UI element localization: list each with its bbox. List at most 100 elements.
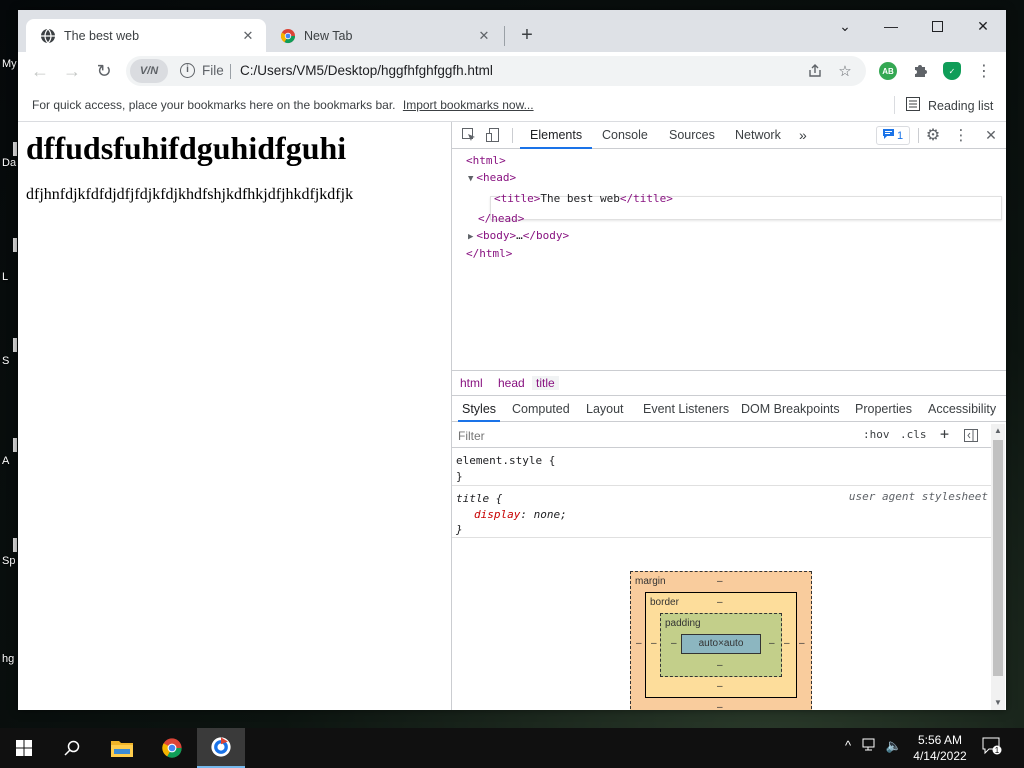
info-icon[interactable]: i [180, 63, 195, 78]
desktop-icon[interactable] [13, 142, 17, 156]
puzzle-icon[interactable] [911, 62, 929, 80]
element-style-selector: element.style { [456, 454, 556, 467]
taskbar: ^ 🔈 5:56 AM 4/14/2022 1 [0, 728, 1024, 768]
hov-toggle[interactable]: :hov [863, 428, 890, 441]
scroll-down-icon[interactable]: ▼ [993, 698, 1003, 708]
devtools-tabbar: Elements Console Sources Network » 1 ⚙ ⋮… [452, 122, 1006, 149]
devtools-panel: Elements Console Sources Network » 1 ⚙ ⋮… [451, 122, 1006, 710]
collapse-triangle-icon[interactable]: ▶ [468, 232, 473, 242]
padding-bottom-value: – [717, 660, 723, 671]
share-icon[interactable] [806, 62, 824, 80]
settings-gear-icon[interactable]: ⚙ [924, 126, 942, 144]
new-tab-button[interactable]: + [514, 23, 540, 49]
dom-body-ellipsis: … [516, 229, 523, 242]
tab-event-listeners[interactable]: Event Listeners [639, 396, 733, 422]
search-icon[interactable] [48, 728, 96, 768]
action-center-icon[interactable]: 1 [982, 737, 1002, 758]
system-clock[interactable]: 5:56 AM 4/14/2022 [908, 732, 972, 764]
import-bookmarks-link[interactable]: Import bookmarks now... [403, 98, 534, 112]
tab-console[interactable]: Console [592, 122, 658, 149]
dom-node-html[interactable]: <html> [466, 154, 506, 167]
dom-head-close[interactable]: </head> [478, 212, 524, 225]
browser-taskbar-icon-active[interactable] [197, 728, 245, 768]
url-text[interactable]: C:/Users/VM5/Desktop/hggfhfghfggfh.html [240, 63, 493, 78]
tab-new-tab[interactable]: New Tab ✕ [266, 19, 502, 52]
toggle-sidebar-icon[interactable] [964, 429, 978, 445]
tab-accessibility[interactable]: Accessibility [924, 396, 1000, 422]
tab-the-best-web[interactable]: The best web ✕ [26, 19, 266, 52]
maximize-button[interactable] [914, 10, 960, 42]
devtools-menu-icon[interactable]: ⋮ [952, 126, 970, 144]
device-toolbar-icon[interactable] [484, 126, 502, 144]
desktop-icon[interactable] [13, 538, 17, 552]
vpn-button[interactable]: V/N [130, 59, 168, 83]
more-tabs-button[interactable]: » [789, 122, 817, 149]
tab-close-icon[interactable]: ✕ [240, 28, 256, 44]
element-style-rule[interactable]: element.style { } [452, 448, 992, 486]
tab-properties[interactable]: Properties [851, 396, 916, 422]
breadcrumb-title[interactable]: title [532, 376, 559, 390]
adblock-extension-icon[interactable]: AB [879, 62, 897, 80]
padding-left-value: – [671, 638, 677, 649]
element-style-close: } [456, 470, 463, 483]
dom-node-head[interactable]: ▼ <head> [468, 171, 516, 184]
forward-button[interactable]: → [58, 57, 86, 85]
breadcrumb-head[interactable]: head [494, 376, 529, 390]
breadcrumb-html[interactable]: html [456, 376, 487, 390]
box-model-border[interactable]: border – – – – padding – – – auto×auto [645, 592, 797, 698]
dom-html-close[interactable]: </html> [466, 247, 512, 260]
tab-network[interactable]: Network [725, 122, 791, 149]
reload-button[interactable]: ↻ [90, 57, 118, 85]
box-model-padding[interactable]: padding – – – auto×auto [660, 613, 782, 677]
desktop-icon[interactable] [13, 438, 17, 452]
close-window-button[interactable]: ✕ [960, 10, 1006, 42]
desktop-label: My [2, 58, 17, 70]
tab-layout[interactable]: Layout [582, 396, 628, 422]
tab-sources[interactable]: Sources [659, 122, 725, 149]
dom-node-title[interactable]: <title>The best web</title> [494, 192, 673, 205]
start-button[interactable] [0, 728, 48, 768]
styles-scrollbar[interactable]: ▲ ▼ [991, 424, 1005, 710]
box-model-margin[interactable]: margin – – – – border – – – – padding – … [630, 571, 812, 710]
chrome-taskbar-icon[interactable] [148, 728, 196, 768]
back-button[interactable]: ← [26, 57, 54, 85]
scroll-thumb[interactable] [993, 440, 1003, 676]
file-explorer-icon[interactable] [98, 728, 146, 768]
bookmarks-bar: For quick access, place your bookmarks h… [18, 90, 1006, 122]
tab-elements[interactable]: Elements [520, 122, 593, 149]
styles-filter-input[interactable] [458, 429, 838, 443]
reading-list-button[interactable]: Reading list [906, 97, 993, 114]
close-devtools-icon[interactable]: ✕ [982, 126, 1000, 144]
minimize-button[interactable]: — [868, 10, 914, 42]
show-hidden-icons-icon[interactable]: ^ [838, 738, 858, 753]
network-icon[interactable] [860, 738, 880, 755]
tab-dom-breakpoints[interactable]: DOM Breakpoints [737, 396, 844, 422]
expand-triangle-icon[interactable]: ▼ [468, 174, 473, 184]
dom-title-text: The best web [540, 192, 620, 205]
box-model-content[interactable]: auto×auto [681, 634, 761, 654]
tab-computed[interactable]: Computed [508, 396, 574, 422]
bookmark-star-icon[interactable]: ☆ [836, 62, 854, 80]
devtools-separator [918, 128, 919, 143]
menu-icon[interactable]: ⋮ [970, 57, 998, 85]
desktop-icon[interactable] [13, 238, 17, 252]
dom-node-body[interactable]: ▶ <body>…</body> [468, 229, 569, 242]
tab-styles[interactable]: Styles [458, 396, 501, 422]
inspect-element-icon[interactable] [460, 126, 478, 144]
tab-close-icon[interactable]: ✕ [476, 28, 492, 44]
margin-bottom-value: – [717, 702, 723, 710]
address-bar[interactable]: V/N i File C:/Users/VM5/Desktop/hggfhfgh… [126, 56, 866, 86]
desktop-label: Da [2, 157, 17, 169]
tab-search-icon[interactable]: ⌄ [822, 10, 868, 42]
title-ua-rule[interactable]: title { user agent stylesheet display: n… [452, 486, 992, 538]
volume-icon[interactable]: 🔈 [884, 738, 904, 754]
scheme-label: File [202, 63, 224, 78]
bookmarks-separator [894, 96, 895, 114]
shield-check-icon[interactable]: ✓ [943, 62, 961, 80]
desktop-icon[interactable] [13, 338, 17, 352]
issues-badge[interactable]: 1 [876, 126, 910, 145]
tab-title: New Tab [304, 28, 353, 43]
add-rule-icon[interactable]: + [940, 425, 949, 443]
scroll-up-icon[interactable]: ▲ [993, 426, 1003, 436]
cls-toggle[interactable]: .cls [900, 428, 927, 441]
